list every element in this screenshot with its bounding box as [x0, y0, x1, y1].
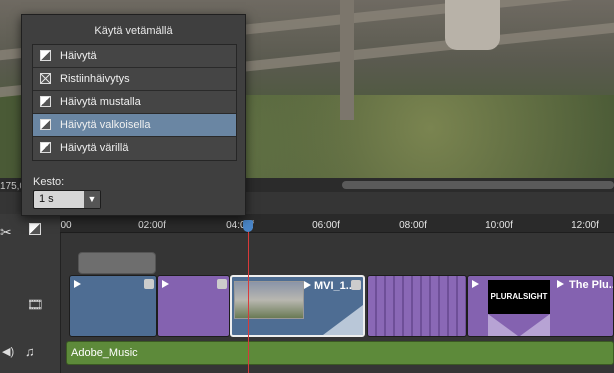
ruler-tick: 02:00f: [138, 220, 166, 231]
scissors-icon[interactable]: ✂: [0, 224, 12, 241]
ruler-tick: 10:00f: [485, 220, 513, 231]
audio-clip-name: Adobe_Music: [71, 347, 138, 359]
video-track-icon[interactable]: 🎞: [27, 297, 44, 313]
transition-item-cross-dissolve[interactable]: Ristiinhäivytys: [33, 68, 236, 91]
preview-fence-post: [340, 0, 354, 120]
transition-label: Häivytä värillä: [60, 142, 129, 154]
transition-item-fade-black[interactable]: Häivytä mustalla: [33, 91, 236, 114]
fade-icon: [40, 50, 51, 61]
music-note-icon[interactable]: ♫: [25, 344, 35, 359]
video-clip[interactable]: [69, 275, 157, 337]
play-icon: [472, 280, 479, 288]
ruler-tick: 06:00f: [312, 220, 340, 231]
fade-color-icon: [40, 142, 51, 153]
transition-zone[interactable]: [367, 275, 467, 337]
transition-marker: [323, 305, 363, 335]
transitions-list: Häivytä Ristiinhäivytys Häivytä mustalla…: [32, 44, 237, 161]
ruler-tick: 00: [60, 220, 72, 231]
transition-label: Häivytä valkoisella: [60, 119, 151, 131]
duration-value: 1 s: [39, 193, 54, 205]
clip-title: The Plu...: [569, 279, 614, 291]
preview-scrollbar[interactable]: [342, 181, 614, 189]
clip-end-marker: [144, 279, 154, 289]
clip-end-marker: [351, 280, 361, 290]
duration-select[interactable]: 1 s ▼: [33, 190, 101, 209]
transition-marker: [488, 314, 518, 336]
playhead-handle[interactable]: [243, 220, 253, 232]
transition-marker: [520, 314, 550, 336]
playhead-line: [248, 221, 249, 373]
clip-end-marker: [217, 279, 227, 289]
transitions-popup: Käytä vetämällä Häivytä Ristiinhäivytys …: [21, 14, 246, 216]
speaker-icon[interactable]: ◀): [2, 345, 14, 358]
transitions-icon[interactable]: [29, 223, 41, 235]
play-icon: [162, 280, 169, 288]
fade-black-icon: [40, 96, 51, 107]
preview-person: [445, 0, 500, 50]
chevron-down-icon[interactable]: ▼: [84, 191, 100, 208]
clip-thumbnail: [234, 281, 304, 319]
fade-white-icon: [40, 119, 51, 130]
transition-item-fade-white[interactable]: Häivytä valkoisella: [33, 114, 236, 137]
clip-thumbnail: PLURALSIGHT: [488, 280, 550, 314]
play-icon: [304, 281, 311, 289]
transition-item-fade-color[interactable]: Häivytä värillä: [33, 137, 236, 160]
popup-title: Käytä vetämällä: [94, 25, 173, 37]
transition-label: Ristiinhäivytys: [60, 73, 130, 85]
audio-clip[interactable]: Adobe_Music: [66, 341, 614, 365]
clip-title: MVI_1...: [314, 280, 355, 292]
transition-item-fade[interactable]: Häivytä: [33, 45, 236, 68]
video-clip[interactable]: [157, 275, 230, 337]
play-icon: [557, 280, 564, 288]
title-track-placeholder[interactable]: [78, 252, 156, 274]
time-ruler[interactable]: 00 02:00f 04:00f 06:00f 08:00f 10:00f 12…: [60, 214, 614, 233]
transition-label: Häivytä mustalla: [60, 96, 141, 108]
transition-label: Häivytä: [60, 50, 97, 62]
ruler-tick: 08:00f: [399, 220, 427, 231]
cross-dissolve-icon: [40, 73, 51, 84]
video-clip-selected[interactable]: MVI_1...: [230, 275, 365, 337]
duration-label: Kesto:: [33, 176, 65, 188]
title-clip[interactable]: PLURALSIGHT The Plu...: [467, 275, 614, 337]
play-icon: [74, 280, 81, 288]
ruler-tick: 12:00f: [571, 220, 599, 231]
